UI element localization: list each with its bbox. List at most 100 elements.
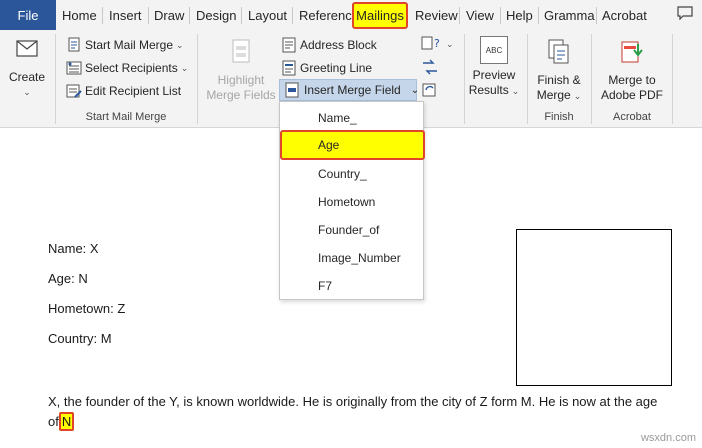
tab-separator: [102, 7, 103, 24]
merge-field-icon: [284, 82, 300, 98]
chevron-down-icon: ⌄: [180, 62, 189, 73]
doc-line-age: Age: N: [48, 271, 88, 286]
merge-field-age[interactable]: N: [58, 412, 75, 431]
finish-merge-label-1: Finish &: [537, 73, 581, 87]
update-labels-button[interactable]: [421, 82, 439, 101]
rules-icon: ?: [421, 35, 443, 54]
chevron-down-icon: ⌄: [511, 86, 520, 96]
tab-insert[interactable]: Insert: [109, 0, 142, 30]
merge-adobe-label-1: Merge to: [608, 73, 656, 87]
chevron-down-icon: ⌄: [573, 91, 582, 101]
finish-merge-label-2: Merge ⌄: [532, 88, 586, 104]
tab-view[interactable]: View: [466, 0, 494, 30]
edit-recipient-list-button[interactable]: Edit Recipient List: [66, 83, 181, 99]
dropdown-item-founder-of[interactable]: Founder_of: [280, 216, 425, 244]
group-separator: [197, 34, 198, 124]
dropdown-item-f7[interactable]: F7: [280, 272, 425, 300]
greeting-line-button[interactable]: Greeting Line: [281, 60, 372, 76]
group-separator: [591, 34, 592, 124]
merge-field-dropdown: Name_ Age Country_ Hometown Founder_of I…: [279, 101, 425, 300]
tab-grammarly[interactable]: Gramma: [544, 0, 595, 30]
highlight-label-2: Merge Fields: [206, 88, 276, 102]
tab-separator: [189, 7, 190, 24]
preview-results-label-1: Preview: [472, 68, 516, 82]
doc-line-name: Name: X: [48, 241, 99, 256]
tab-separator: [596, 7, 597, 24]
tab-mailings[interactable]: Mailings: [352, 2, 408, 29]
greeting-line-label: Greeting Line: [300, 61, 373, 75]
create-button[interactable]: Create ⌄: [6, 38, 48, 100]
select-recipients-button[interactable]: Select Recipients ⌄: [66, 60, 188, 76]
highlight-merge-fields-button[interactable]: Highlight Merge Fields: [205, 38, 277, 103]
tab-references[interactable]: Referenc: [299, 0, 352, 30]
ribbon-tab-bar: File Home Insert Draw Design Layout Refe…: [0, 0, 702, 30]
chevron-down-icon: ⌄: [410, 84, 420, 96]
paragraph-text: X, the founder of the Y, is known worldw…: [48, 394, 658, 429]
group-label-finish: Finish: [544, 111, 574, 123]
doc-paragraph: X, the founder of the Y, is known worldw…: [48, 392, 668, 432]
tab-separator: [241, 7, 242, 24]
document-merge-icon: [66, 37, 82, 53]
preview-results-label-2: Results ⌄: [468, 83, 520, 99]
group-separator: [527, 34, 528, 124]
tab-separator: [148, 7, 149, 24]
finish-merge-icon: [546, 38, 572, 70]
preview-results-button[interactable]: ABC Preview Results ⌄: [468, 36, 520, 99]
tab-separator: [538, 7, 539, 24]
dropdown-item-hometown[interactable]: Hometown: [280, 188, 425, 216]
tab-design[interactable]: Design: [196, 0, 236, 30]
address-block-icon: [281, 37, 297, 53]
merge-adobe-label-2: Adobe PDF: [600, 88, 664, 102]
dropdown-item-age[interactable]: Age: [280, 130, 425, 160]
comment-icon: [677, 5, 693, 25]
insert-merge-field-button[interactable]: Insert Merge Field ⌄: [279, 79, 420, 101]
chevron-down-icon: ⌄: [23, 87, 31, 97]
adobe-pdf-icon: [619, 38, 645, 70]
dropdown-item-country[interactable]: Country_: [280, 160, 425, 188]
tab-separator: [292, 7, 293, 24]
tab-file[interactable]: File: [0, 0, 56, 30]
group-separator: [55, 34, 56, 124]
comments-button[interactable]: [674, 5, 696, 25]
doc-line-hometown: Hometown: Z: [48, 301, 126, 316]
finish-merge-button[interactable]: Finish & Merge ⌄: [532, 38, 586, 104]
finish-merge-label-2-text: Merge: [536, 88, 571, 102]
image-placeholder[interactable]: [516, 229, 672, 386]
dropdown-item-image-number[interactable]: Image_Number: [280, 244, 425, 272]
chevron-down-icon: ⌄: [446, 39, 454, 49]
tab-layout[interactable]: Layout: [248, 0, 287, 30]
preview-abc-icon: ABC: [480, 36, 508, 64]
dropdown-item-name[interactable]: Name_: [280, 104, 425, 132]
preview-results-label-2-text: Results: [468, 83, 509, 97]
group-label-acrobat: Acrobat: [613, 111, 651, 123]
group-label-start-mail-merge: Start Mail Merge: [85, 111, 167, 123]
group-separator: [672, 34, 673, 124]
start-mail-merge-button[interactable]: Start Mail Merge ⌄: [66, 37, 184, 53]
doc-line-country: Country: M: [48, 331, 112, 346]
highlight-label-1: Highlight: [217, 73, 265, 87]
address-block-button[interactable]: Address Block: [281, 37, 377, 53]
tab-draw[interactable]: Draw: [154, 0, 184, 30]
start-mail-merge-label: Start Mail Merge: [85, 38, 174, 52]
envelope-icon: [15, 38, 39, 64]
select-recipients-label: Select Recipients: [85, 61, 178, 75]
address-block-label: Address Block: [300, 38, 377, 52]
merge-to-adobe-pdf-button[interactable]: Merge to Adobe PDF: [597, 38, 667, 103]
svg-text:?: ?: [434, 37, 440, 50]
group-separator: [464, 34, 465, 124]
chevron-down-icon: ⌄: [176, 39, 184, 50]
tab-help[interactable]: Help: [506, 0, 533, 30]
update-labels-icon: [421, 82, 439, 101]
tab-review[interactable]: Review: [415, 0, 458, 30]
edit-recipient-list-label: Edit Recipient List: [85, 84, 182, 98]
rules-button[interactable]: ? ⌄: [421, 35, 454, 54]
recipients-icon: [66, 60, 82, 76]
insert-merge-field-label: Insert Merge Field: [304, 83, 401, 97]
tab-acrobat[interactable]: Acrobat: [602, 0, 647, 30]
highlight-fields-icon: [229, 38, 253, 70]
tab-home[interactable]: Home: [62, 0, 97, 30]
watermark: wsxdn.com: [640, 432, 696, 444]
edit-list-icon: [66, 83, 82, 99]
tab-separator: [500, 7, 501, 24]
match-fields-button[interactable]: [421, 59, 439, 78]
